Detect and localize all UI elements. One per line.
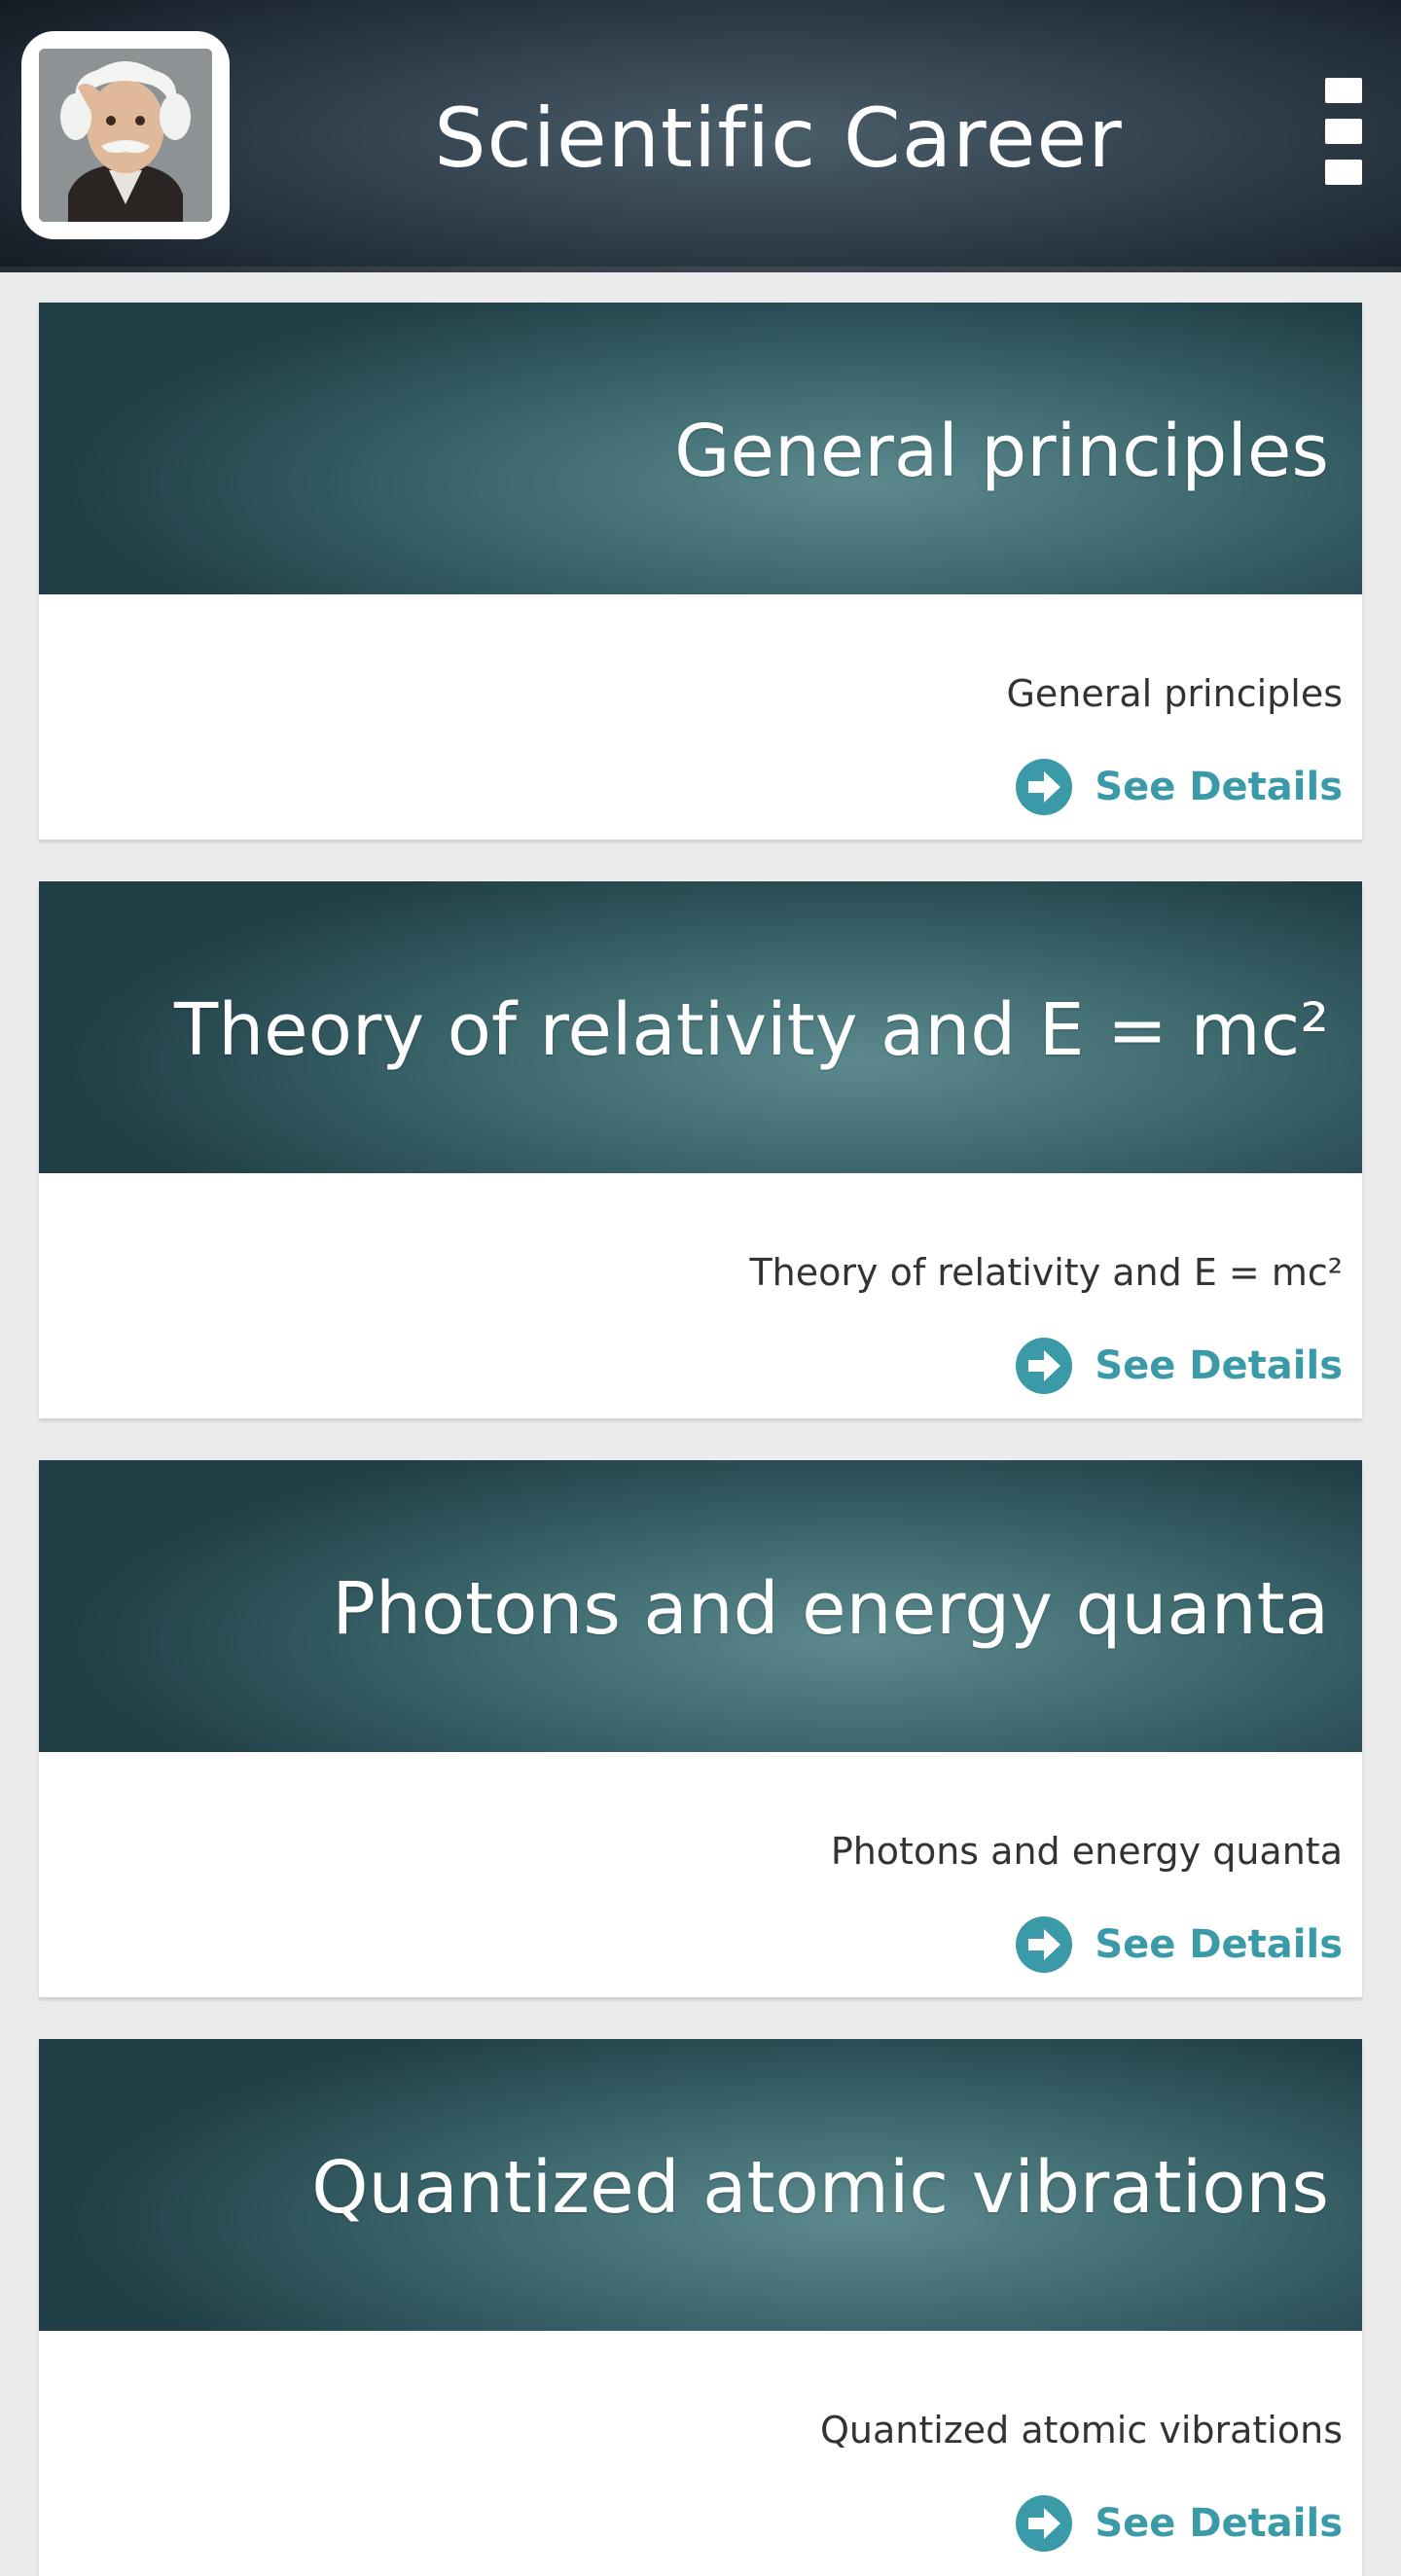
card-banner-title: General principles bbox=[674, 410, 1329, 493]
card-banner-title: Quantized atomic vibrations bbox=[311, 2146, 1329, 2230]
card-subtitle: Photons and energy quanta bbox=[830, 1830, 1343, 1873]
app-title: Scientific Career bbox=[434, 90, 1123, 186]
see-details-link[interactable]: See Details bbox=[1015, 2492, 1343, 2555]
card-quantized-atomic-vibrations[interactable]: Quantized atomic vibrations Quantized at… bbox=[39, 2039, 1362, 2576]
see-details-label: See Details bbox=[1095, 1343, 1343, 1388]
see-details-label: See Details bbox=[1095, 765, 1343, 809]
card-subtitle: Theory of relativity and E = mc² bbox=[749, 1251, 1343, 1294]
arrow-circle-right-icon bbox=[1016, 759, 1073, 815]
card-general-principles[interactable]: General principles General principles Se… bbox=[39, 303, 1362, 840]
overflow-menu-icon[interactable] bbox=[1325, 78, 1368, 195]
card-banner[interactable]: Theory of relativity and E = mc² bbox=[39, 881, 1362, 1173]
menu-dot bbox=[1325, 160, 1362, 185]
card-banner[interactable]: Quantized atomic vibrations bbox=[39, 2039, 1362, 2331]
portrait-illustration bbox=[39, 49, 212, 222]
card-banner[interactable]: General principles bbox=[39, 303, 1362, 594]
card-photons-and-energy-quanta[interactable]: Photons and energy quanta Photons and en… bbox=[39, 1460, 1362, 1997]
app-bar: Scientific Career bbox=[0, 0, 1401, 272]
card-banner-title: Theory of relativity and E = mc² bbox=[174, 988, 1329, 1072]
card-subtitle: General principles bbox=[1006, 672, 1343, 715]
see-details-link[interactable]: See Details bbox=[1015, 1914, 1343, 1976]
arrow-circle-right-icon bbox=[1016, 1338, 1073, 1394]
card-theory-of-relativity[interactable]: Theory of relativity and E = mc² Theory … bbox=[39, 881, 1362, 1418]
menu-dot bbox=[1325, 78, 1362, 103]
card-banner[interactable]: Photons and energy quanta bbox=[39, 1460, 1362, 1752]
see-details-link[interactable]: See Details bbox=[1015, 1335, 1343, 1397]
see-details-link[interactable]: See Details bbox=[1015, 756, 1343, 818]
app-logo-avatar[interactable] bbox=[21, 31, 230, 239]
menu-dot bbox=[1325, 119, 1362, 144]
see-details-label: See Details bbox=[1095, 2501, 1343, 2546]
portrait-image bbox=[39, 49, 212, 222]
card-subtitle: Quantized atomic vibrations bbox=[820, 2409, 1343, 2451]
see-details-label: See Details bbox=[1095, 1922, 1343, 1967]
arrow-circle-right-icon bbox=[1016, 2495, 1073, 2552]
card-banner-title: Photons and energy quanta bbox=[332, 1567, 1329, 1651]
arrow-circle-right-icon bbox=[1016, 1916, 1073, 1973]
